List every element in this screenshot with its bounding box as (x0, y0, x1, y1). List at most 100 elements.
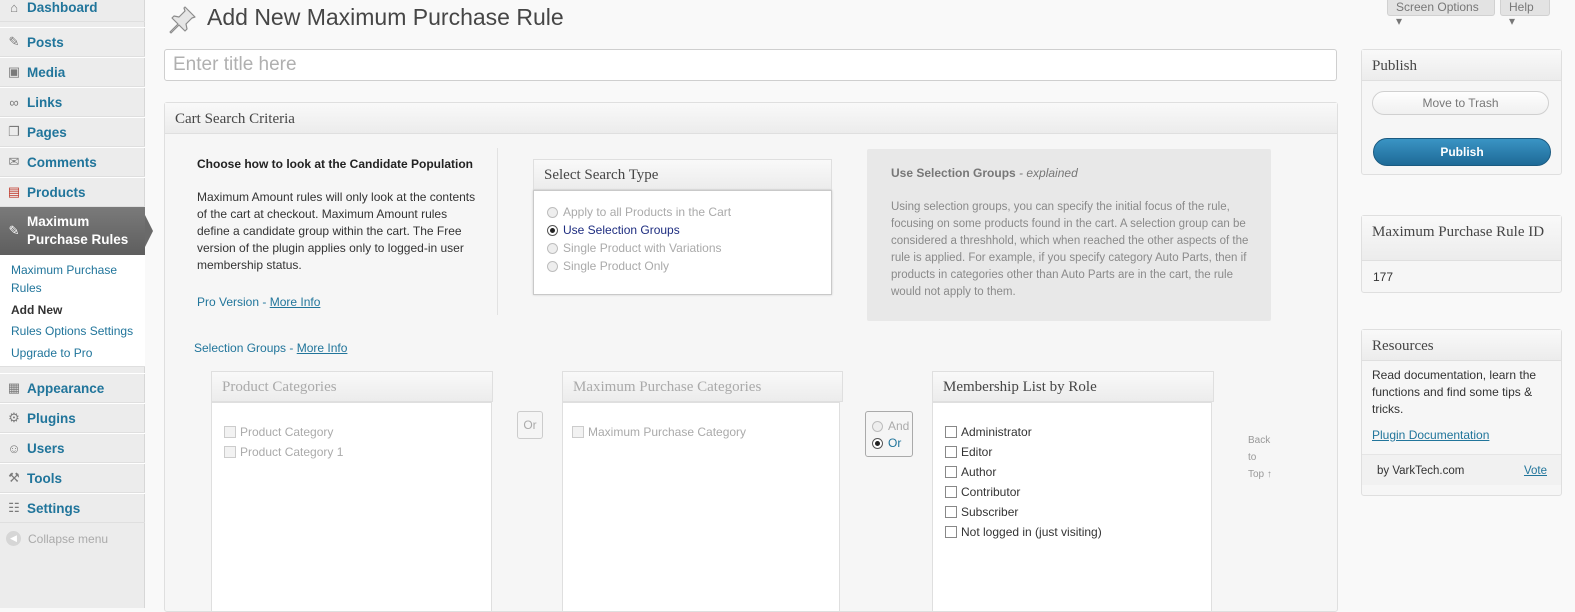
max-category-option[interactable]: Maximum Purchase Category (572, 425, 746, 439)
menu-maximum-purchase-rules[interactable]: ✎ Maximum Purchase Rules (0, 207, 153, 255)
search-type-label: Single Product with Variations (563, 241, 722, 255)
menu-media[interactable]: ▣ Media (0, 57, 145, 87)
and-label: And (888, 419, 910, 433)
menu-products-label: Products (27, 184, 86, 200)
back-to-top-link[interactable]: Back to Top ↑ (1248, 432, 1272, 483)
selection-groups-prefix: Selection Groups - (194, 341, 297, 355)
menu-appearance[interactable]: ▦ Appearance (0, 373, 145, 403)
role-option[interactable]: Subscriber (945, 505, 1018, 519)
role-label: Author (961, 465, 997, 479)
submenu-add-new[interactable]: Add New (11, 301, 62, 319)
pin-icon: ✎ (8, 223, 20, 238)
role-label: Editor (961, 445, 993, 459)
checkbox[interactable] (945, 426, 957, 438)
menu-links-label: Links (27, 94, 63, 110)
role-label: Subscriber (961, 505, 1019, 519)
submenu-rules-options-settings[interactable]: Rules Options Settings (11, 322, 133, 340)
search-type-label: Single Product Only (563, 259, 670, 273)
menu-appearance-label: Appearance (27, 380, 105, 396)
checkbox[interactable] (945, 446, 957, 458)
menu-links[interactable]: ∞ Links (0, 87, 145, 117)
submenu-maximum-purchase-rules[interactable]: Maximum Purchase Rules (11, 261, 136, 297)
radio-button[interactable] (547, 242, 558, 254)
rule-id-box: Maximum Purchase Rule ID 177 (1361, 215, 1562, 293)
publish-button[interactable]: Publish (1373, 138, 1551, 166)
search-type-single-product[interactable]: Single Product Only (547, 259, 669, 273)
checkbox[interactable] (945, 466, 957, 478)
checkbox[interactable] (945, 506, 957, 518)
product-categories-title: Product Categories (211, 371, 493, 402)
role-option[interactable]: Author (945, 465, 996, 479)
rule-id-value: 177 (1373, 270, 1394, 284)
checkbox[interactable] (945, 526, 957, 538)
screen-options-button[interactable]: Screen Options ▾ (1387, 0, 1495, 28)
select-search-type-title: Select Search Type (533, 159, 832, 190)
move-to-trash-button[interactable]: Move to Trash (1372, 91, 1549, 115)
back-to-top-line: Top ↑ (1248, 469, 1272, 480)
menu-posts[interactable]: ✎ Posts (0, 27, 145, 57)
page-title: Add New Maximum Purchase Rule (207, 4, 564, 30)
checkbox[interactable] (572, 426, 584, 438)
role-option[interactable]: Contributor (945, 485, 1020, 499)
or-option[interactable]: Or (872, 436, 901, 450)
or-connector-button[interactable]: Or (517, 411, 543, 439)
checkbox[interactable] (224, 446, 236, 458)
menu-products[interactable]: ▤ Products (0, 177, 145, 207)
menu-plugins[interactable]: ⚙ Plugins (0, 403, 145, 433)
max-purchase-categories-title: Maximum Purchase Categories (562, 371, 843, 402)
pro-more-info-link[interactable]: More Info (270, 295, 321, 309)
and-option[interactable]: And (872, 419, 909, 433)
radio-button-selected[interactable] (547, 224, 558, 236)
and-or-selector: And Or (865, 411, 913, 457)
submenu-upgrade-to-pro[interactable]: Upgrade to Pro (11, 344, 92, 362)
role-option[interactable]: Administrator (945, 425, 1032, 439)
comment-icon: ✉ (8, 154, 20, 169)
products-icon: ▤ (7, 184, 21, 199)
menu-settings[interactable]: ☷ Settings (0, 493, 145, 523)
resources-footer: by VarkTech.com Vote (1362, 454, 1561, 485)
resources-text: Read documentation, learn the functions … (1372, 368, 1537, 416)
collapse-menu-label: Collapse menu (28, 531, 109, 546)
selection-more-info-link[interactable]: More Info (297, 341, 348, 355)
explanation-box: Use Selection Groups - explained Using s… (867, 149, 1271, 321)
menu-maximum-purchase-rules-label: Maximum Purchase Rules (27, 214, 129, 247)
product-category-option[interactable]: Product Category (224, 425, 333, 439)
radio-button[interactable] (547, 260, 558, 272)
menu-comments-label: Comments (27, 154, 97, 170)
search-type-label: Use Selection Groups (563, 223, 680, 237)
explain-title-suffix: - explained (1015, 166, 1078, 180)
checkbox[interactable] (224, 426, 236, 438)
radio-button-selected[interactable] (872, 437, 883, 449)
back-to-top-line: to (1248, 452, 1257, 463)
vote-link[interactable]: Vote (1524, 465, 1547, 477)
radio-button[interactable] (547, 206, 558, 218)
menu-dashboard[interactable]: ⌂ Dashboard (0, 0, 145, 22)
search-type-selection-groups[interactable]: Use Selection Groups (547, 223, 680, 237)
menu-media-label: Media (27, 64, 66, 80)
product-category-option[interactable]: Product Category 1 (224, 445, 343, 459)
users-icon: ☺ (7, 440, 21, 456)
plugin-icon: ⚙ (8, 410, 20, 425)
menu-pages[interactable]: ❐ Pages (0, 117, 145, 147)
radio-button[interactable] (872, 420, 883, 432)
product-category-label: Product Category 1 (240, 445, 344, 459)
help-button[interactable]: Help ▾ (1500, 0, 1550, 28)
search-type-all-products[interactable]: Apply to all Products in the Cart (547, 205, 731, 219)
menu-settings-label: Settings (27, 500, 81, 516)
post-title-input[interactable] (164, 49, 1337, 81)
role-option[interactable]: Editor (945, 445, 992, 459)
menu-users[interactable]: ☺ Users (0, 433, 145, 463)
menu-tools[interactable]: ⚒ Tools (0, 463, 145, 493)
collapse-menu-button[interactable]: ◀ Collapse menu (6, 531, 108, 546)
menu-comments[interactable]: ✉ Comments (0, 147, 145, 177)
search-type-single-variations[interactable]: Single Product with Variations (547, 241, 722, 255)
checkbox[interactable] (945, 486, 957, 498)
plugin-documentation-link[interactable]: Plugin Documentation (1372, 428, 1489, 442)
pushpin-icon (169, 6, 196, 34)
publish-box: Publish Move to Trash Publish (1361, 49, 1562, 175)
selection-groups-line: Selection Groups - More Info (194, 341, 347, 355)
role-option[interactable]: Not logged in (just visiting) (945, 525, 1102, 539)
or-label: Or (888, 436, 902, 450)
role-label: Contributor (961, 485, 1021, 499)
link-icon: ∞ (9, 94, 19, 110)
